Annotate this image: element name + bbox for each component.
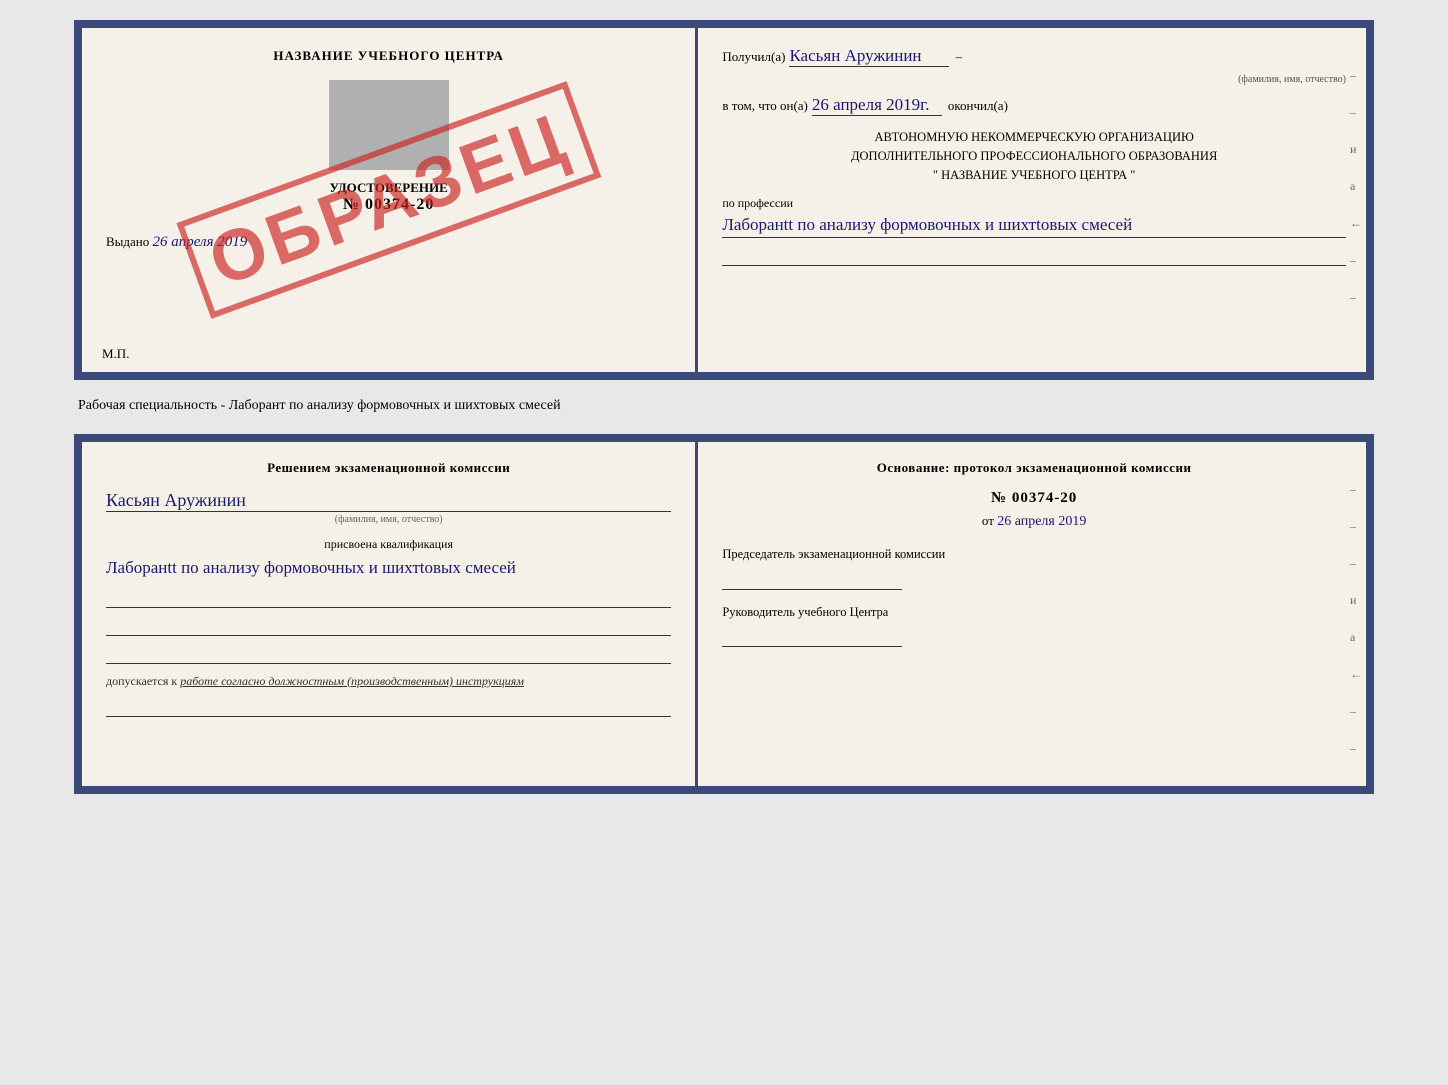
received-name-sub: (фамилия, имя, отчество) (1238, 74, 1346, 85)
protocol-date-row: от 26 апреля 2019 (722, 513, 1346, 530)
profession-value: Лаборанtt по анализу формовочных и шихтt… (722, 213, 1346, 238)
org-line2: ДОПОЛНИТЕЛЬНОГО ПРОФЕССИОНАЛЬНОГО ОБРАЗО… (722, 147, 1346, 166)
top-certificate-book: НАЗВАНИЕ УЧЕБНОГО ЦЕНТРА УДОСТОВЕРЕНИЕ №… (74, 20, 1374, 380)
rukovoditel-sign-line (722, 627, 902, 647)
in-that-label: в том, что он(а) (722, 98, 808, 114)
received-name: Касьян Аружинин (789, 46, 949, 67)
org-line1: АВТОНОМНУЮ НЕКОММЕРЧЕСКУЮ ОРГАНИЗАЦИЮ (722, 128, 1346, 147)
issued-date: 26 апреля 2019 (153, 234, 248, 250)
photo-placeholder (329, 80, 449, 170)
cert-issued-row: Выдано 26 апреля 2019 (106, 234, 671, 251)
cert-number-value: 00374-20 (365, 196, 434, 213)
org-name: " НАЗВАНИЕ УЧЕБНОГО ЦЕНТРА " (722, 166, 1346, 185)
underline-1 (722, 246, 1346, 266)
bottom-cert-right-page: Основание: протокол экзаменационной коми… (698, 442, 1366, 786)
specialty-label: Рабочая специальность - Лаборант по анал… (74, 398, 561, 414)
mp-label: М.П. (102, 346, 129, 362)
bottom-underline-2 (106, 616, 671, 636)
issued-prefix: Выдано (106, 234, 149, 249)
chairman-sign-line (722, 570, 902, 590)
qualification-value: Лаборанtt по анализу формовочных и шихтt… (106, 556, 671, 580)
received-line: Получил(а) Касьян Аружинин – (722, 46, 1346, 67)
document-container: НАЗВАНИЕ УЧЕБНОГО ЦЕНТРА УДОСТОВЕРЕНИЕ №… (74, 20, 1374, 794)
bottom-underline-1 (106, 588, 671, 608)
top-cert-title: НАЗВАНИЕ УЧЕБНОГО ЦЕНТРА (106, 48, 671, 64)
cert-number-box: УДОСТОВЕРЕНИЕ № 00374-20 (106, 180, 671, 214)
completed-label: окончил(а) (948, 98, 1008, 114)
in-that-line: в том, что он(а) 26 апреля 2019г. окончи… (722, 95, 1346, 116)
bottom-underline-4 (106, 697, 671, 717)
bottom-name-sub: (фамилия, имя, отчество) (106, 514, 671, 525)
bottom-cert-left-page: Решением экзаменационной комиссии Касьян… (82, 442, 698, 786)
допускается-row: допускается к работе согласно должностны… (106, 674, 671, 689)
cert-number-prefix: № (343, 196, 360, 213)
top-cert-right-page: Получил(а) Касьян Аружинин – (фамилия, и… (698, 28, 1366, 372)
cert-label: УДОСТОВЕРЕНИЕ (106, 180, 671, 196)
qualification-label: присвоена квалификация (106, 537, 671, 552)
protocol-num: 00374-20 (1012, 490, 1078, 506)
допускается-value: работе согласно должностным (производств… (180, 674, 524, 688)
protocol-num-row: № 00374-20 (722, 490, 1346, 507)
cert-number: № 00374-20 (106, 196, 671, 214)
допускается-prefix: допускается к (106, 674, 177, 688)
basis-title: Основание: протокол экзаменационной коми… (722, 460, 1346, 476)
bottom-underline-3 (106, 644, 671, 664)
protocol-date-value: 26 апреля 2019 (997, 514, 1086, 529)
completion-date: 26 апреля 2019г. (812, 95, 942, 116)
top-cert-left-page: НАЗВАНИЕ УЧЕБНОГО ЦЕНТРА УДОСТОВЕРЕНИЕ №… (82, 28, 698, 372)
decision-title: Решением экзаменационной комиссии (106, 460, 671, 476)
bottom-name: Касьян Аружинин (106, 490, 671, 512)
bottom-certificate-book: Решением экзаменационной комиссии Касьян… (74, 434, 1374, 794)
bottom-side-dashes: – – – и а ← – – (1350, 482, 1362, 756)
chairman-label: Председатель экзаменационной комиссии (722, 546, 1346, 564)
org-info: АВТОНОМНУЮ НЕКОММЕРЧЕСКУЮ ОРГАНИЗАЦИЮ ДО… (722, 128, 1346, 184)
protocol-num-prefix: № (991, 490, 1007, 506)
received-label: Получил(а) (722, 49, 785, 65)
date-prefix: от (982, 513, 994, 528)
profession-label: по профессии (722, 196, 1346, 211)
rukovoditel-label: Руководитель учебного Центра (722, 604, 1346, 622)
side-dashes: – – и а ← – – (1350, 68, 1362, 305)
